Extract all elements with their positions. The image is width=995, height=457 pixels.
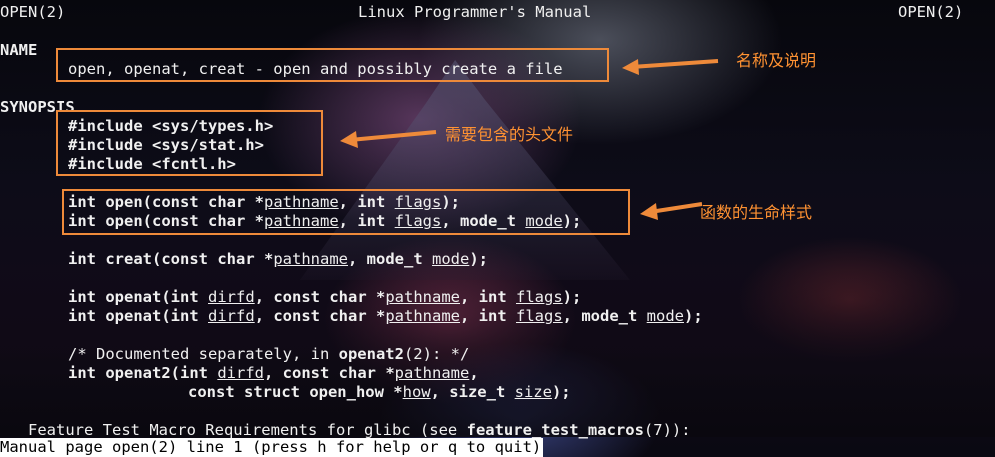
prototype-creat: int creat(const char *pathname, mode_t m… bbox=[68, 250, 488, 268]
annotation-box-includes bbox=[56, 110, 323, 176]
prototype-openat-2: int openat(int dirfd, const char *pathna… bbox=[68, 307, 703, 325]
annotation-arrow-includes bbox=[340, 130, 437, 148]
annotation-arrow-name bbox=[622, 59, 719, 75]
annotation-note-prototypes: 函数的生命样式 bbox=[700, 203, 813, 222]
pager-status-bar: Manual page open(2) line 1 (press h for … bbox=[0, 438, 544, 457]
background-mountain bbox=[300, 60, 630, 280]
prototype-openat2: int openat2(int dirfd, const char *pathn… bbox=[68, 364, 479, 382]
annotation-box-prototypes bbox=[62, 189, 630, 235]
header-left: OPEN(2) bbox=[0, 3, 66, 21]
header-center: Linux Programmer's Manual bbox=[358, 3, 592, 21]
prototype-openat2-cont: const struct open_how *how, size_t size)… bbox=[188, 383, 571, 401]
annotation-box-name bbox=[56, 48, 609, 82]
header-right: OPEN(2) bbox=[898, 3, 964, 21]
annotation-note-headers: 需要包含的头文件 bbox=[445, 125, 574, 144]
comment-openat2: /* Documented separately, in openat2(2):… bbox=[68, 345, 470, 363]
annotation-arrow-prototypes bbox=[640, 202, 703, 220]
annotation-note-name: 名称及说明 bbox=[736, 51, 817, 70]
section-name: NAME bbox=[0, 41, 38, 59]
prototype-openat-1: int openat(int dirfd, const char *pathna… bbox=[68, 288, 582, 306]
